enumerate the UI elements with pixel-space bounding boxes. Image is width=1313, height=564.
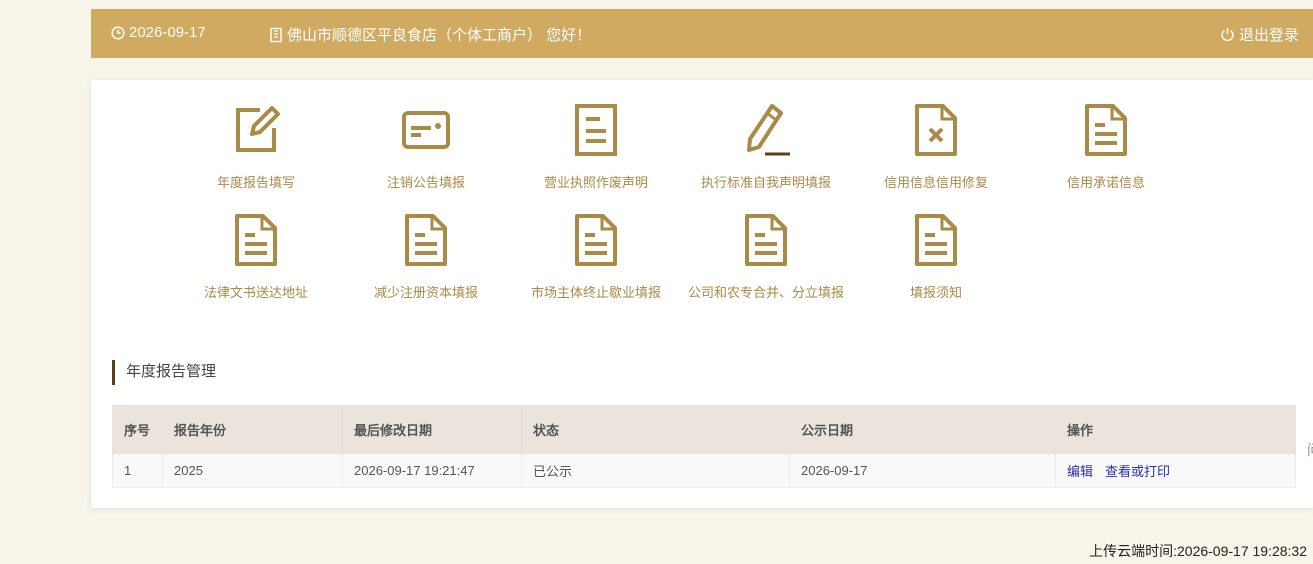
tile-label: 信用承诺信息 xyxy=(1066,175,1145,190)
tile-credit-repair[interactable]: 信用信息信用修复 xyxy=(851,104,1021,191)
tile-label: 注销公告填报 xyxy=(386,175,465,190)
document-lines-icon xyxy=(401,214,451,266)
tile-label: 年度报告填写 xyxy=(216,175,295,190)
view-print-link[interactable]: 查看或打印 xyxy=(1105,464,1170,479)
tile-filing-notes[interactable]: 填报须知 xyxy=(851,214,1021,301)
section-title: 年度报告管理 xyxy=(112,360,216,385)
tile-label: 信用信息信用修复 xyxy=(883,175,988,190)
tile-label: 减少注册资本填报 xyxy=(373,285,478,300)
tile-legal-address[interactable]: 法律文书送达地址 xyxy=(171,214,341,301)
table-row: 1 2025 2026-09-17 19:21:47 已公示 2026-09-1… xyxy=(112,453,1296,488)
document-lines-icon xyxy=(741,214,791,266)
top-header: 2026-09-17 佛山市顺德区平良食店（个体工商户） 您好！ 退出登录 xyxy=(91,9,1313,58)
upload-time: 上传云端时间:2026-09-17 19:28:32 xyxy=(1089,543,1307,559)
cell-status: 已公示 xyxy=(521,453,790,488)
tile-label: 市场主体终止歇业填报 xyxy=(530,285,661,300)
column-header: 公示日期 xyxy=(789,405,1056,454)
column-header: 操作 xyxy=(1055,405,1296,454)
building-icon xyxy=(269,27,283,43)
tile-capital-reduction[interactable]: 减少注册资本填报 xyxy=(341,214,511,301)
header-date-text: 2026-09-17 xyxy=(129,24,206,41)
column-header: 报告年份 xyxy=(162,405,343,454)
tile-license-void[interactable]: 营业执照作废声明 xyxy=(511,104,681,191)
card-icon xyxy=(401,104,451,156)
column-header: 最后修改日期 xyxy=(342,405,522,454)
tile-label: 公司和农专合并、分立填报 xyxy=(687,285,844,300)
tile-business-termination[interactable]: 市场主体终止歇业填报 xyxy=(511,214,681,301)
cell-actions: 编辑 查看或打印 xyxy=(1055,453,1296,488)
tile-credit-commitment[interactable]: 信用承诺信息 xyxy=(1021,104,1191,191)
logout-button[interactable]: 退出登录 xyxy=(1220,24,1299,45)
header-greeting: 佛山市顺德区平良食店（个体工商户） 您好！ xyxy=(269,24,591,45)
logout-label: 退出登录 xyxy=(1238,27,1299,44)
power-icon xyxy=(1220,27,1235,42)
document-lines-icon xyxy=(911,214,961,266)
pencil-icon xyxy=(741,104,791,156)
clock-icon xyxy=(111,25,125,40)
column-header: 状态 xyxy=(521,405,790,454)
tile-label: 营业执照作废声明 xyxy=(543,175,648,190)
document-x-icon xyxy=(911,104,961,156)
document-lines-icon xyxy=(231,214,281,266)
tile-cancellation-notice[interactable]: 注销公告填报 xyxy=(341,104,511,191)
column-header: 序号 xyxy=(112,405,163,454)
document-lines-icon xyxy=(571,214,621,266)
tile-label: 执行标准自我声明填报 xyxy=(700,175,831,190)
tile-annual-report[interactable]: 年度报告填写 xyxy=(171,104,341,191)
main-panel: 年度报告填写 注销公告填报 营业执照作废声明 执行标准自我声明填报 信用信息信用… xyxy=(91,80,1313,508)
header-date: 2026-09-17 xyxy=(111,24,206,41)
document-lines-icon xyxy=(1081,104,1131,156)
edit-link[interactable]: 编辑 xyxy=(1067,464,1093,479)
annual-report-table: 序号 报告年份 最后修改日期 状态 公示日期 操作 1 2025 2026-09… xyxy=(112,405,1296,488)
cell-index: 1 xyxy=(112,453,163,488)
cell-year: 2025 xyxy=(162,453,343,488)
tile-label: 法律文书送达地址 xyxy=(203,285,308,300)
table-header-row: 序号 报告年份 最后修改日期 状态 公示日期 操作 xyxy=(112,405,1296,454)
tile-merger-split[interactable]: 公司和农专合并、分立填报 xyxy=(681,214,851,301)
side-help-tab[interactable]: 问 xyxy=(1307,440,1313,460)
tile-label: 填报须知 xyxy=(909,285,962,300)
cell-modified: 2026-09-17 19:21:47 xyxy=(342,453,522,488)
header-greeting-text: 佛山市顺德区平良食店（个体工商户） 您好！ xyxy=(287,27,592,44)
document-icon xyxy=(571,104,621,156)
tile-standard-declaration[interactable]: 执行标准自我声明填报 xyxy=(681,104,851,191)
edit-icon xyxy=(231,104,281,156)
cell-publish-date: 2026-09-17 xyxy=(789,453,1056,488)
